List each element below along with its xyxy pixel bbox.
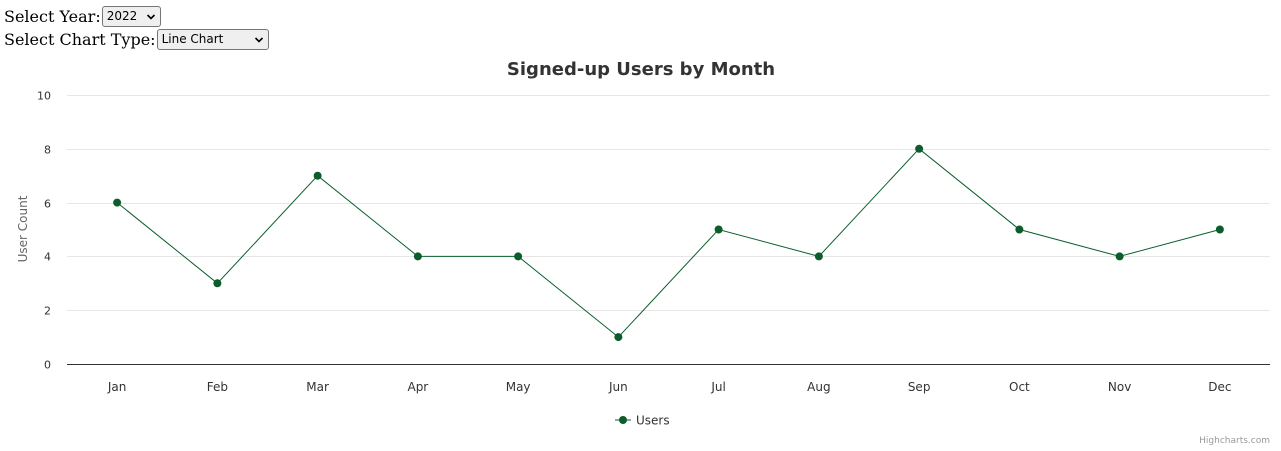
chart-controls: Select Year: 2022 Select Chart Type: Lin… (4, 5, 269, 51)
chevron-down-icon (146, 13, 155, 20)
y-tick-label: 8 (44, 144, 51, 157)
series-line (116, 148, 1221, 338)
data-point[interactable] (1215, 225, 1224, 234)
data-point[interactable] (413, 252, 422, 261)
data-point[interactable] (714, 225, 723, 234)
x-tick-label: Jun (608, 380, 628, 394)
legend-label: Users (636, 414, 670, 428)
chart-title: Signed-up Users by Month (507, 59, 775, 80)
credits-link[interactable]: Highcharts.com (1199, 436, 1270, 446)
chevron-down-icon (254, 36, 263, 43)
x-tick-label: Aug (807, 380, 830, 394)
data-point[interactable] (1115, 252, 1124, 261)
chart-type-select[interactable]: Line Chart (156, 29, 269, 50)
chart-type-label: Select Chart Type: (4, 30, 156, 49)
year-control: Select Year: 2022 (4, 5, 269, 28)
x-axis-ticks: Jan Feb Mar Apr May Jun Jul Aug Sep Oct Nov Dec (107, 380, 1232, 394)
data-point[interactable] (915, 144, 924, 153)
chart-type-control: Select Chart Type: Line Chart (4, 28, 269, 51)
data-point[interactable] (1015, 225, 1024, 234)
data-point[interactable] (113, 198, 122, 207)
data-point[interactable] (213, 279, 222, 288)
data-point[interactable] (313, 171, 322, 180)
chart-type-select-value: Line Chart (161, 32, 224, 46)
series-users[interactable] (113, 144, 1224, 342)
legend[interactable]: Users (615, 414, 670, 428)
y-tick-label: 0 (44, 359, 51, 372)
y-tick-label: 10 (37, 90, 51, 103)
x-tick-label: Nov (1108, 380, 1131, 394)
year-label: Select Year: (4, 7, 101, 26)
x-tick-label: Sep (908, 380, 931, 394)
x-tick-label: Feb (207, 380, 228, 394)
data-point[interactable] (514, 252, 523, 261)
year-select[interactable]: 2022 (101, 6, 161, 27)
legend-marker (619, 416, 627, 424)
x-tick-label: Oct (1009, 380, 1030, 394)
x-tick-label: May (506, 380, 531, 394)
y-axis-ticks: 0 2 4 6 8 10 (37, 90, 51, 372)
y-tick-label: 6 (44, 198, 51, 211)
x-tick-label: Apr (407, 380, 428, 394)
x-tick-label: Mar (306, 380, 329, 394)
x-tick-label: Jan (107, 380, 127, 394)
y-axis-title: User Count (16, 195, 30, 262)
y-tick-label: 2 (44, 305, 51, 318)
y-tick-label: 4 (44, 251, 51, 264)
line-chart: Signed-up Users by Month 0 2 4 6 8 10 Jan Feb M… (16, 59, 1270, 428)
grid-lines (67, 95, 1270, 365)
year-select-value: 2022 (106, 9, 138, 23)
x-tick-label: Jul (710, 380, 725, 394)
x-tick-label: Dec (1208, 380, 1231, 394)
data-point[interactable] (614, 333, 623, 342)
data-point[interactable] (814, 252, 823, 261)
